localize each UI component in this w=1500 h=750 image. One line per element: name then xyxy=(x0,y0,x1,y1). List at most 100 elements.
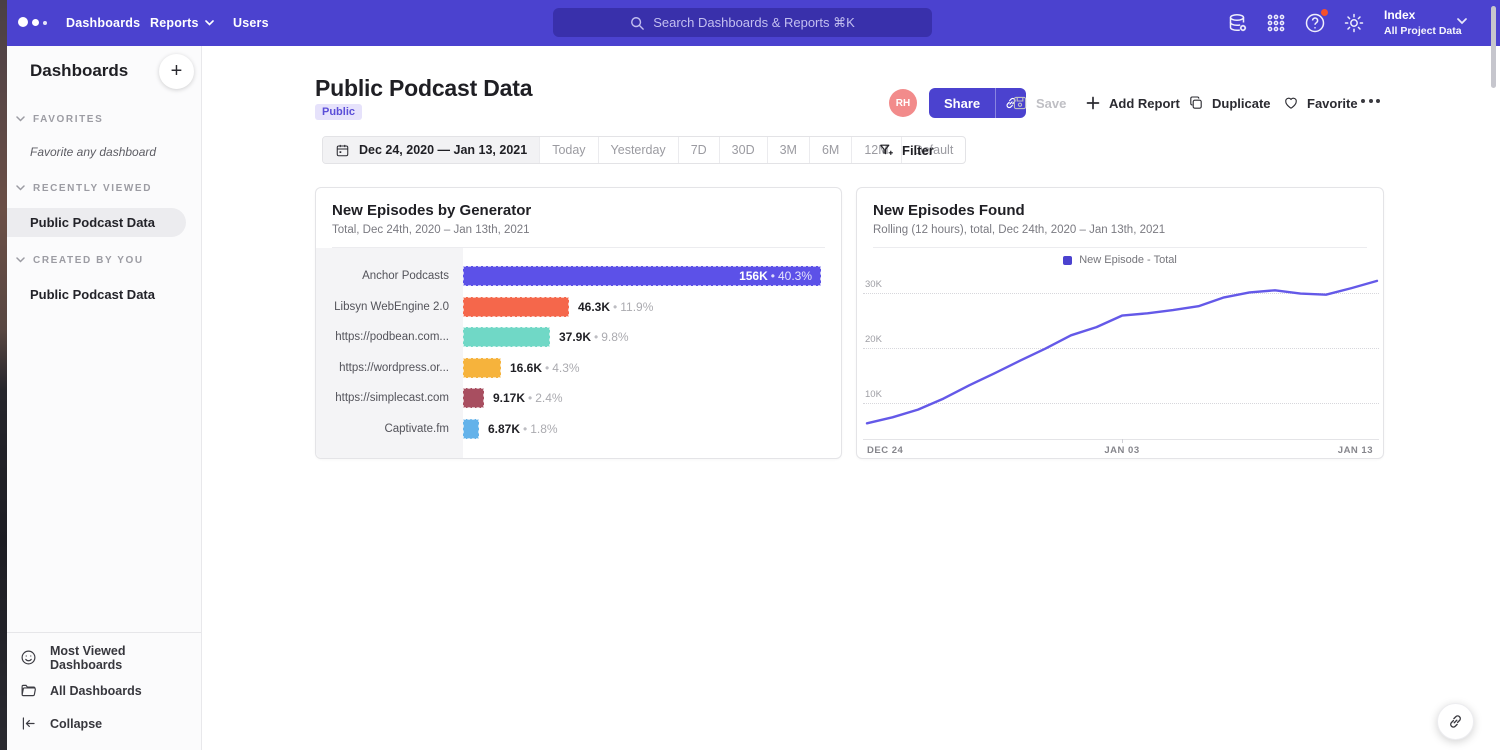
save-button[interactable]: Save xyxy=(1012,88,1066,118)
bar-category-label: https://wordpress.or... xyxy=(316,362,463,374)
sidebar-section-created-by-you[interactable]: CREATED BY YOU xyxy=(7,251,201,269)
new-dashboard-button[interactable]: + xyxy=(159,54,194,89)
filter-label: Filter xyxy=(902,143,934,158)
line-plot-area[interactable]: 10K20K30K xyxy=(863,271,1379,439)
bar-category-label: https://podbean.com... xyxy=(316,331,463,343)
chart-title: New Episodes Found xyxy=(873,202,1367,219)
footer-item-label: All Dashboards xyxy=(50,684,142,698)
sidebar-title: Dashboards xyxy=(30,61,128,81)
bar-segment[interactable] xyxy=(463,297,569,317)
bar-segment[interactable] xyxy=(463,419,479,439)
duplicate-label: Duplicate xyxy=(1212,96,1271,111)
duplicate-icon xyxy=(1188,95,1204,111)
bar-category-label: Captivate.fm xyxy=(316,423,463,435)
sidebar-footer: Most Viewed Dashboards All Dashboards Co… xyxy=(7,632,201,750)
chart-subtitle: Rolling (12 hours), total, Dec 24th, 202… xyxy=(873,224,1367,236)
preset-7d[interactable]: 7D xyxy=(678,137,719,163)
add-report-button[interactable]: Add Report xyxy=(1085,88,1180,118)
sidebar-item-public-podcast-data[interactable]: Public Podcast Data xyxy=(7,280,155,309)
x-axis-label: JAN 13 xyxy=(1338,445,1373,456)
most-viewed-dashboards-button[interactable]: Most Viewed Dashboards xyxy=(7,641,201,674)
section-label: FAVORITES xyxy=(33,114,103,125)
bar-category-label: Libsyn WebEngine 2.0 xyxy=(316,301,463,313)
sidebar-item-label: Public Podcast Data xyxy=(30,287,155,302)
chevron-down-icon[interactable] xyxy=(1457,18,1467,25)
card-new-episodes-by-generator: New Episodes by Generator Total, Dec 24t… xyxy=(315,187,842,459)
apps-grid-icon[interactable] xyxy=(1264,11,1288,35)
all-dashboards-button[interactable]: All Dashboards xyxy=(7,674,201,707)
nav-item-reports[interactable]: Reports xyxy=(150,0,214,46)
preset-3m[interactable]: 3M xyxy=(767,137,809,163)
bar-value-label: 156K•40.3% xyxy=(739,269,812,283)
project-selector[interactable]: Index All Project Data xyxy=(1384,8,1462,37)
settings-gear-icon[interactable] xyxy=(1342,11,1366,35)
folder-icon xyxy=(20,682,37,699)
bar-value-label: 6.87K•1.8% xyxy=(488,422,558,436)
collapse-icon xyxy=(20,715,37,732)
scrollbar-thumb[interactable] xyxy=(1491,6,1496,88)
help-icon[interactable] xyxy=(1303,11,1327,35)
nav-item-label: Reports xyxy=(150,16,199,30)
share-button[interactable]: Share xyxy=(929,88,995,118)
nav-item-label: Dashboards xyxy=(66,16,140,30)
bar-segment[interactable] xyxy=(463,358,501,378)
avatar[interactable]: RH xyxy=(889,89,917,117)
preset-30d[interactable]: 30D xyxy=(719,137,767,163)
add-report-label: Add Report xyxy=(1109,96,1180,111)
line-series-new-episode-total[interactable] xyxy=(867,281,1377,423)
bar-segment[interactable] xyxy=(463,388,484,408)
favorite-label: Favorite xyxy=(1307,96,1358,111)
preset-6m[interactable]: 6M xyxy=(809,137,851,163)
legend-swatch xyxy=(1063,256,1072,265)
app-logo-icon[interactable] xyxy=(18,14,54,32)
duplicate-button[interactable]: Duplicate xyxy=(1188,88,1271,118)
collapse-sidebar-button[interactable]: Collapse xyxy=(7,707,201,740)
bar-category-label: Anchor Podcasts xyxy=(316,270,463,282)
main-content: Public Podcast Data Public RH Share Save… xyxy=(202,46,1500,750)
bar-value-label: 9.17K•2.4% xyxy=(493,391,563,405)
x-axis-label: JAN 03 xyxy=(1104,445,1139,456)
save-label: Save xyxy=(1036,96,1066,111)
nav-item-users[interactable]: Users xyxy=(233,0,269,46)
bar-row: https://simplecast.com9.17K•2.4% xyxy=(316,383,841,414)
heart-icon xyxy=(1283,95,1299,111)
data-sources-icon[interactable] xyxy=(1226,11,1250,35)
smiley-icon xyxy=(20,649,37,666)
sidebar-section-favorites[interactable]: FAVORITES xyxy=(7,110,201,128)
chevron-down-icon xyxy=(16,185,25,191)
notification-badge xyxy=(1320,8,1329,17)
bar-row: Anchor Podcasts 156K•40.3% xyxy=(316,261,841,292)
sidebar-item-public-podcast-data[interactable]: Public Podcast Data xyxy=(7,208,186,237)
plus-icon xyxy=(1085,95,1101,111)
nav-item-label: Users xyxy=(233,16,269,30)
date-range-picker[interactable]: Dec 24, 2020 — Jan 13, 2021 xyxy=(323,137,539,163)
filter-funnel-icon xyxy=(878,142,894,158)
sidebar-item-label: Public Podcast Data xyxy=(30,215,155,230)
bar-row: https://podbean.com... 37.9K•9.8% xyxy=(316,322,841,353)
chart-title: New Episodes by Generator xyxy=(332,202,825,219)
bar-value-label: 46.3K•11.9% xyxy=(578,300,653,314)
bar-value-label: 37.9K•9.8% xyxy=(559,330,629,344)
date-range-bar: Dec 24, 2020 — Jan 13, 2021 TodayYesterd… xyxy=(322,136,966,164)
sidebar-section-recently-viewed[interactable]: RECENTLY VIEWED xyxy=(7,179,201,197)
card-new-episodes-found: New Episodes Found Rolling (12 hours), t… xyxy=(856,187,1384,459)
legend-label: New Episode - Total xyxy=(1079,254,1177,266)
favorite-button[interactable]: Favorite xyxy=(1283,88,1358,118)
bar-segment[interactable]: 156K•40.3% xyxy=(463,266,821,286)
preset-today[interactable]: Today xyxy=(539,137,597,163)
nav-item-dashboards[interactable]: Dashboards xyxy=(66,0,140,46)
search-icon xyxy=(630,16,644,30)
floating-share-link-button[interactable] xyxy=(1437,703,1474,740)
bar-row: Libsyn WebEngine 2.0 46.3K•11.9% xyxy=(316,292,841,323)
header-actions: RH Share Save Add Report Duplicate Favor… xyxy=(202,88,1500,118)
search-placeholder: Search Dashboards & Reports ⌘K xyxy=(653,15,855,31)
avatar-initials: RH xyxy=(896,98,910,109)
more-options-button[interactable] xyxy=(1361,99,1380,103)
search-input[interactable]: Search Dashboards & Reports ⌘K xyxy=(553,8,932,37)
bar-segment[interactable] xyxy=(463,327,550,347)
filter-button[interactable]: Filter xyxy=(878,136,934,164)
bar-row: https://wordpress.or...16.6K•4.3% xyxy=(316,353,841,384)
background-window-edge xyxy=(0,0,7,750)
preset-yesterday[interactable]: Yesterday xyxy=(598,137,678,163)
chevron-down-icon xyxy=(16,257,25,263)
